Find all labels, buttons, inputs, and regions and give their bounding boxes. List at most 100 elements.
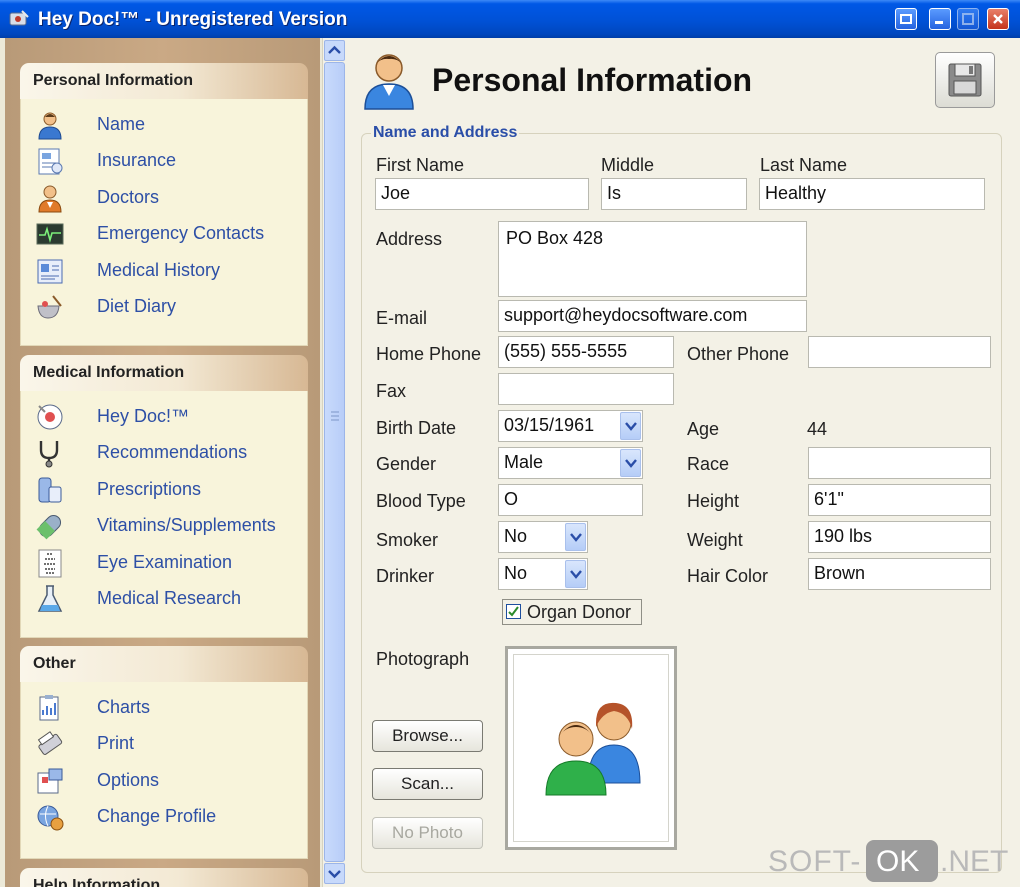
nav-item-vitamins-supplements[interactable]: Vitamins/Supplements [35, 510, 305, 540]
other-phone-label: Other Phone [687, 344, 790, 364]
home-phone-field[interactable]: (555) 555-5555 [498, 336, 674, 368]
navigation-panel: Personal Information Name Insurance Doct… [5, 38, 320, 887]
nav-group-header[interactable]: Other [20, 646, 308, 682]
nav-group-header[interactable]: Medical Information [20, 355, 308, 391]
printer-icon [37, 731, 63, 755]
main-panel: Personal Information Name and Address Fi… [347, 38, 1020, 887]
photograph-label: Photograph [376, 649, 470, 669]
medical-chart-icon [37, 259, 63, 284]
weight-label: Weight [687, 530, 743, 550]
gender-dropdown-button[interactable] [620, 449, 641, 477]
nav-group-header[interactable]: Personal Information [20, 63, 308, 99]
title-bar[interactable]: Hey Doc!™ - Unregistered Version [0, 0, 1020, 38]
smoker-value: No [504, 526, 528, 546]
browse-button[interactable]: Browse... [372, 720, 483, 752]
people-placeholder-icon [545, 702, 641, 796]
scroll-down-button[interactable] [324, 863, 345, 884]
nav-item-change-profile[interactable]: Change Profile [35, 801, 305, 831]
nav-item-hey-doc[interactable]: Hey Doc!™ [35, 401, 305, 431]
scroll-thumb[interactable] [324, 62, 345, 862]
chevron-down-icon [570, 570, 582, 579]
photo-frame [505, 646, 677, 850]
nav-item-medical-history[interactable]: Medical History [35, 255, 305, 285]
minimize-button[interactable] [929, 8, 951, 30]
age-label: Age [687, 419, 720, 439]
eye-chart-icon [38, 549, 62, 578]
organ-donor-label: Organ Donor [527, 602, 632, 622]
app-icon [9, 10, 29, 26]
fax-field[interactable] [498, 373, 674, 405]
flask-icon [37, 585, 63, 612]
last-name-field[interactable]: Healthy [759, 178, 985, 210]
maximize-button[interactable] [957, 8, 979, 30]
last-name-label: Last Name [760, 155, 848, 175]
nav-group-medical-information: Medical Information Hey Doc!™ Recommenda… [20, 355, 308, 638]
blood-type-label: Blood Type [376, 491, 466, 511]
chevron-down-icon [328, 870, 341, 879]
close-button[interactable] [987, 8, 1009, 30]
nav-item-name[interactable]: Name [35, 109, 305, 140]
grip-icon [331, 411, 339, 421]
checkmark-icon [508, 606, 519, 617]
smoker-dropdown-button[interactable] [565, 523, 586, 551]
weight-field[interactable]: 190 lbs [808, 521, 991, 553]
address-field[interactable]: PO Box 428 [498, 221, 807, 297]
nav-item-print[interactable]: Print [35, 728, 305, 758]
app-window: Hey Doc!™ - Unregistered Version Persona… [0, 0, 1020, 887]
height-label: Height [687, 491, 740, 511]
diet-bowl-icon [37, 295, 62, 319]
nav-group-header[interactable]: Help Information [20, 868, 308, 887]
hair-color-field[interactable]: Brown [808, 558, 991, 590]
save-button[interactable] [935, 52, 995, 108]
other-phone-field[interactable] [808, 336, 991, 368]
gender-label: Gender [376, 454, 437, 474]
checkbox-box[interactable] [506, 604, 521, 619]
email-field[interactable]: support@heydocsoftware.com [498, 300, 807, 332]
address-label: Address [376, 229, 443, 249]
nav-item-medical-research[interactable]: Medical Research [35, 583, 305, 613]
insurance-card-icon [38, 148, 63, 175]
race-field[interactable] [808, 447, 991, 479]
organ-donor-checkbox[interactable]: Organ Donor [502, 599, 642, 625]
gender-dropdown[interactable]: Male [498, 447, 643, 479]
gender-value: Male [504, 452, 544, 472]
drinker-dropdown[interactable]: No [498, 558, 588, 590]
height-field[interactable]: 6'1" [808, 484, 991, 516]
nav-item-doctors[interactable]: Doctors [35, 182, 305, 213]
nav-item-eye-examination[interactable]: Eye Examination [35, 547, 305, 578]
blood-type-field[interactable]: O [498, 484, 643, 516]
nav-item-emergency-contacts[interactable]: Emergency Contacts [35, 218, 305, 248]
fax-label: Fax [376, 381, 407, 401]
nav-scrollbar[interactable] [322, 38, 347, 887]
save-icon [948, 63, 982, 97]
heart-monitor-icon [36, 223, 64, 245]
nav-item-charts[interactable]: Charts [35, 692, 305, 722]
first-name-field[interactable]: Joe [375, 178, 589, 210]
scan-button[interactable]: Scan... [372, 768, 483, 800]
minimize-icon [935, 21, 943, 24]
email-label: E-mail [376, 308, 428, 328]
nav-item-insurance[interactable]: Insurance [35, 145, 305, 175]
birth-date-value: 03/15/1961 [504, 415, 595, 435]
nav-group-help-information: Help Information [20, 868, 308, 887]
nav-item-recommendations[interactable]: Recommendations [35, 437, 305, 468]
doctor-icon [38, 185, 62, 213]
options-icon [37, 768, 63, 794]
birth-date-dropdown[interactable]: 03/15/1961 [498, 410, 643, 442]
drinker-dropdown-button[interactable] [565, 560, 586, 588]
nav-group-personal-information: Personal Information Name Insurance Doct… [20, 63, 308, 346]
chevron-up-icon [328, 45, 341, 54]
person-icon [38, 112, 62, 140]
race-label: Race [687, 454, 730, 474]
close-icon [993, 14, 1003, 24]
middle-field[interactable]: Is [601, 178, 747, 210]
restore-help-button[interactable] [895, 8, 917, 30]
nav-item-diet-diary[interactable]: Diet Diary [35, 291, 305, 321]
smoker-dropdown[interactable]: No [498, 521, 588, 553]
nav-item-options[interactable]: Options [35, 765, 305, 795]
birth-date-dropdown-button[interactable] [620, 412, 641, 440]
nav-item-prescriptions[interactable]: Prescriptions [35, 474, 305, 504]
window-title: Hey Doc!™ - Unregistered Version [38, 9, 348, 30]
no-photo-button[interactable]: No Photo [372, 817, 483, 849]
scroll-up-button[interactable] [324, 40, 345, 61]
